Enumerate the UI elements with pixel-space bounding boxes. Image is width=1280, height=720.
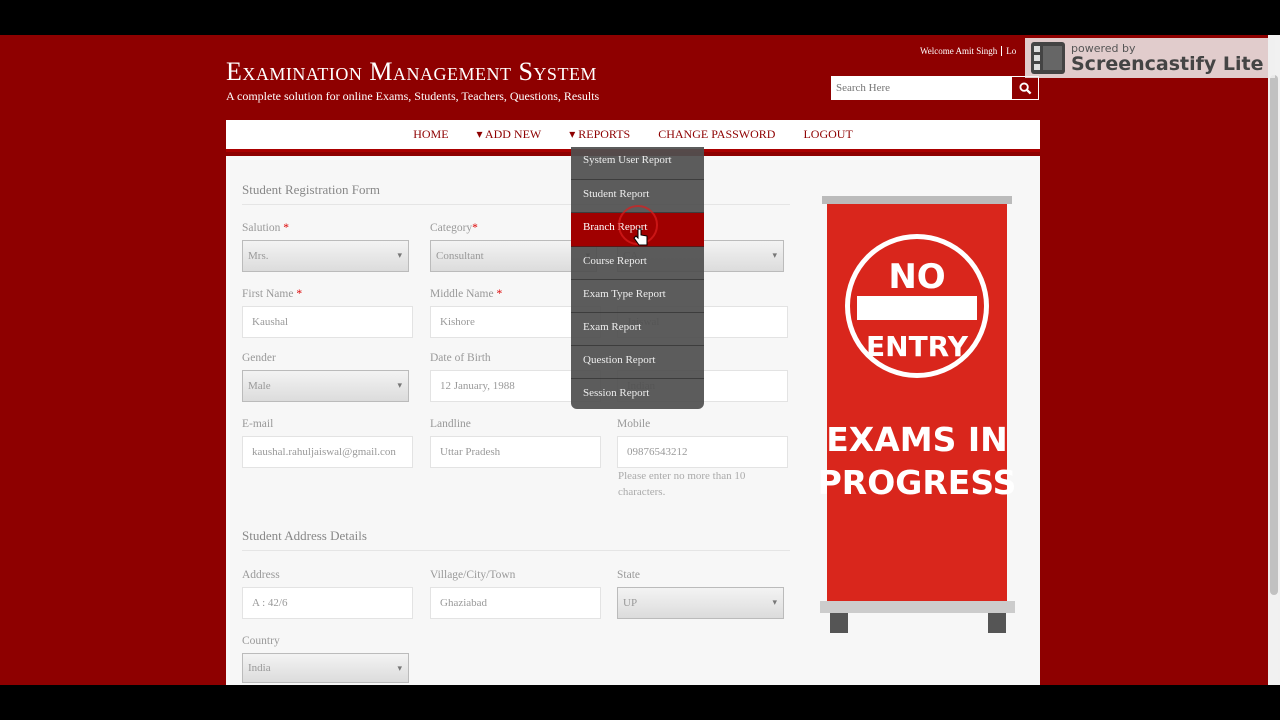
- banner-progress: PROGRESS: [820, 463, 1016, 502]
- nav-home[interactable]: HOME: [413, 127, 448, 142]
- film-icon: [1031, 42, 1065, 74]
- gender-select[interactable]: Male: [242, 370, 409, 402]
- logout-link[interactable]: Lo: [1001, 46, 1017, 56]
- gender-label: Gender: [242, 352, 276, 364]
- banner-no: NO: [888, 257, 945, 297]
- address-input[interactable]: A : 42/6: [242, 587, 413, 619]
- village-label: Village/City/Town: [430, 569, 516, 581]
- nav-reports[interactable]: ▾ REPORTS: [569, 127, 630, 142]
- first-name-input[interactable]: Kaushal: [242, 306, 413, 338]
- banner-entry: ENTRY: [866, 330, 969, 363]
- village-input[interactable]: Ghaziabad: [430, 587, 601, 619]
- menu-question-report[interactable]: Question Report: [571, 346, 704, 380]
- reports-dropdown: System User Report Student Report Branch…: [571, 147, 704, 409]
- email-input[interactable]: kaushal.rahuljaiswal@gmail.con: [242, 436, 413, 468]
- address-title: Student Address Details: [242, 528, 790, 551]
- email-label: E-mail: [242, 418, 274, 430]
- category-label: Category*: [430, 222, 478, 234]
- search-button[interactable]: [1011, 76, 1039, 100]
- country-select[interactable]: India: [242, 653, 409, 683]
- state-select[interactable]: UP: [617, 587, 784, 619]
- menu-system-user-report[interactable]: System User Report: [571, 147, 704, 181]
- welcome-text: Welcome Amit Singh: [920, 46, 998, 56]
- state-label: State: [617, 569, 640, 581]
- site-title: Examination Management System: [226, 57, 597, 86]
- nav-add-new[interactable]: ▾ ADD NEW: [477, 127, 542, 142]
- screencastify-watermark: powered by Screencastify Lite: [1025, 38, 1275, 78]
- salution-select[interactable]: Mrs.: [242, 240, 409, 272]
- welcome-bar: Welcome Amit Singh Lo: [920, 46, 1017, 56]
- site-subtitle: A complete solution for online Exams, St…: [226, 89, 600, 103]
- no-entry-banner: NO ENTRY EXAMS IN PROGRESS: [820, 196, 1016, 633]
- form-title: Student Registration Form: [242, 182, 790, 205]
- menu-session-report[interactable]: Session Report: [571, 379, 704, 412]
- dob-label: Date of Birth: [430, 352, 491, 364]
- nav-change-password[interactable]: CHANGE PASSWORD: [658, 127, 775, 142]
- scrollbar-thumb[interactable]: [1270, 75, 1278, 595]
- country-label: Country: [242, 635, 280, 647]
- mobile-input[interactable]: 09876543212: [617, 436, 788, 468]
- hand-cursor-icon: [633, 228, 648, 246]
- watermark-line2: Screencastify Lite: [1071, 53, 1264, 75]
- landline-input[interactable]: Uttar Pradesh: [430, 436, 601, 468]
- banner-exams-in: EXAMS IN: [826, 420, 1008, 459]
- landline-label: Landline: [430, 418, 471, 430]
- page-scrollbar[interactable]: [1268, 35, 1280, 685]
- mobile-error: Please enter no more than 10 characters.: [618, 470, 746, 498]
- search-icon: [1018, 81, 1031, 94]
- salution-label: Salution *: [242, 222, 289, 234]
- nav-logout[interactable]: LOGOUT: [803, 127, 852, 142]
- menu-exam-report[interactable]: Exam Report: [571, 313, 704, 347]
- address-label: Address: [242, 569, 280, 581]
- search-input[interactable]: [831, 76, 1011, 100]
- menu-exam-type-report[interactable]: Exam Type Report: [571, 280, 704, 313]
- mobile-label: Mobile: [617, 418, 651, 430]
- first-name-label: First Name *: [242, 288, 303, 300]
- middle-name-label: Middle Name *: [430, 288, 503, 300]
- menu-course-report[interactable]: Course Report: [571, 247, 704, 280]
